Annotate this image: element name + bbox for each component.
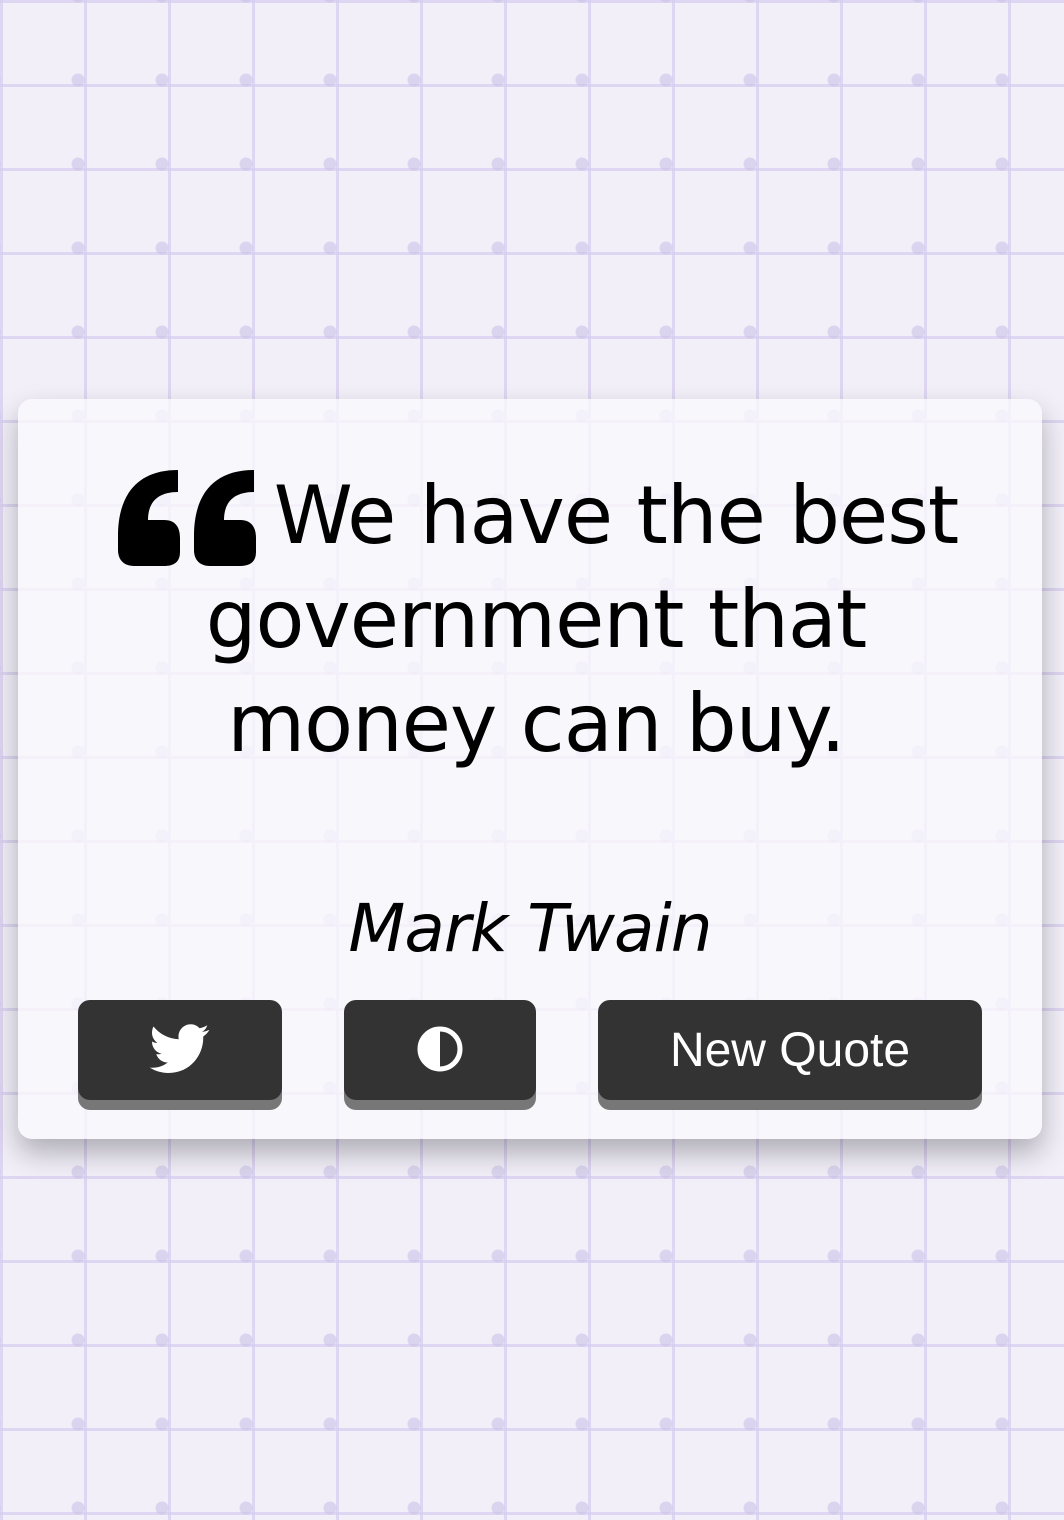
tweet-button[interactable] [78,1000,282,1100]
contrast-icon [415,1024,465,1077]
twitter-icon [149,1023,210,1077]
quote-left-icon [114,466,260,570]
theme-toggle-button[interactable] [344,1000,536,1100]
quote-card: We have the best government that money c… [18,399,1042,1139]
new-quote-button[interactable]: New Quote [598,1000,982,1100]
quote-author: Mark Twain [348,890,712,967]
quote-text: We have the best government that money c… [205,469,960,770]
quote-text-container: We have the best government that money c… [76,464,996,776]
